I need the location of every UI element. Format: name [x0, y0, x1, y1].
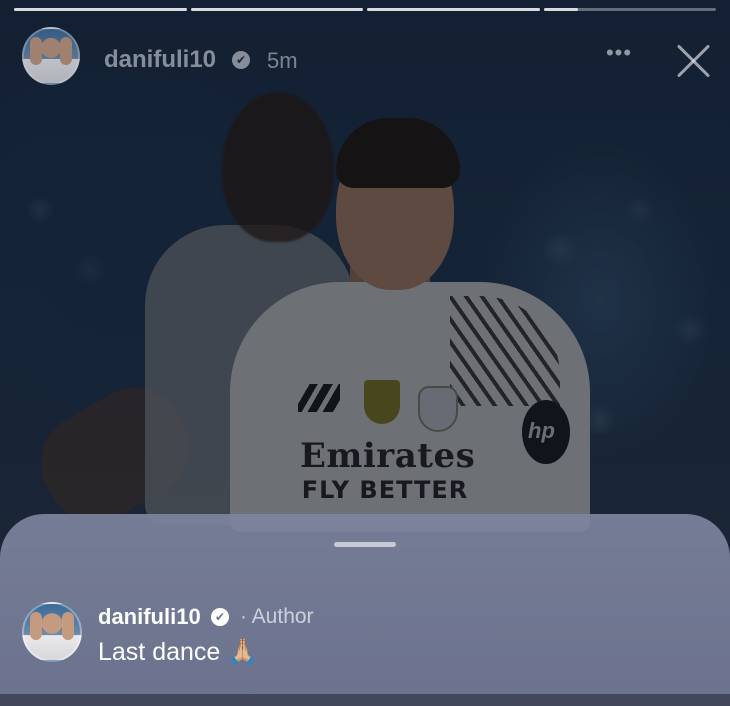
progress-fill	[543, 8, 578, 11]
story-username[interactable]: danifuli10	[104, 46, 216, 74]
avatar-arm-right	[60, 37, 72, 65]
story-progress-bar	[14, 8, 716, 11]
story-header: danifuli10 ✔ 5m •••	[22, 27, 716, 89]
drag-handle[interactable]	[334, 542, 396, 547]
progress-fill	[190, 8, 363, 11]
progress-fill	[367, 8, 540, 11]
comment-username[interactable]: danifuli10	[98, 604, 201, 630]
avatar-arm-left	[30, 37, 42, 65]
progress-segment	[543, 8, 716, 11]
more-options-icon[interactable]: •••	[602, 42, 636, 67]
progress-segment	[14, 8, 187, 11]
story-timestamp: 5m	[267, 48, 298, 73]
comments-sheet[interactable]: danifuli10 ✔ · Author Last dance 🙏🏼	[0, 514, 730, 706]
close-icon[interactable]	[672, 39, 714, 81]
verified-badge-icon: ✔	[232, 51, 250, 69]
author-tag: · Author	[240, 605, 314, 628]
progress-segment	[190, 8, 363, 11]
avatar[interactable]	[22, 27, 80, 85]
comment-avatar[interactable]	[22, 602, 82, 662]
avatar-arm-left	[30, 612, 42, 640]
avatar-arm-right	[62, 612, 74, 640]
comment-text: Last dance 🙏🏼	[98, 638, 259, 666]
verified-badge-icon: ✔	[211, 608, 229, 626]
progress-segment	[367, 8, 540, 11]
progress-fill	[14, 8, 187, 11]
bottom-bar	[0, 694, 730, 706]
